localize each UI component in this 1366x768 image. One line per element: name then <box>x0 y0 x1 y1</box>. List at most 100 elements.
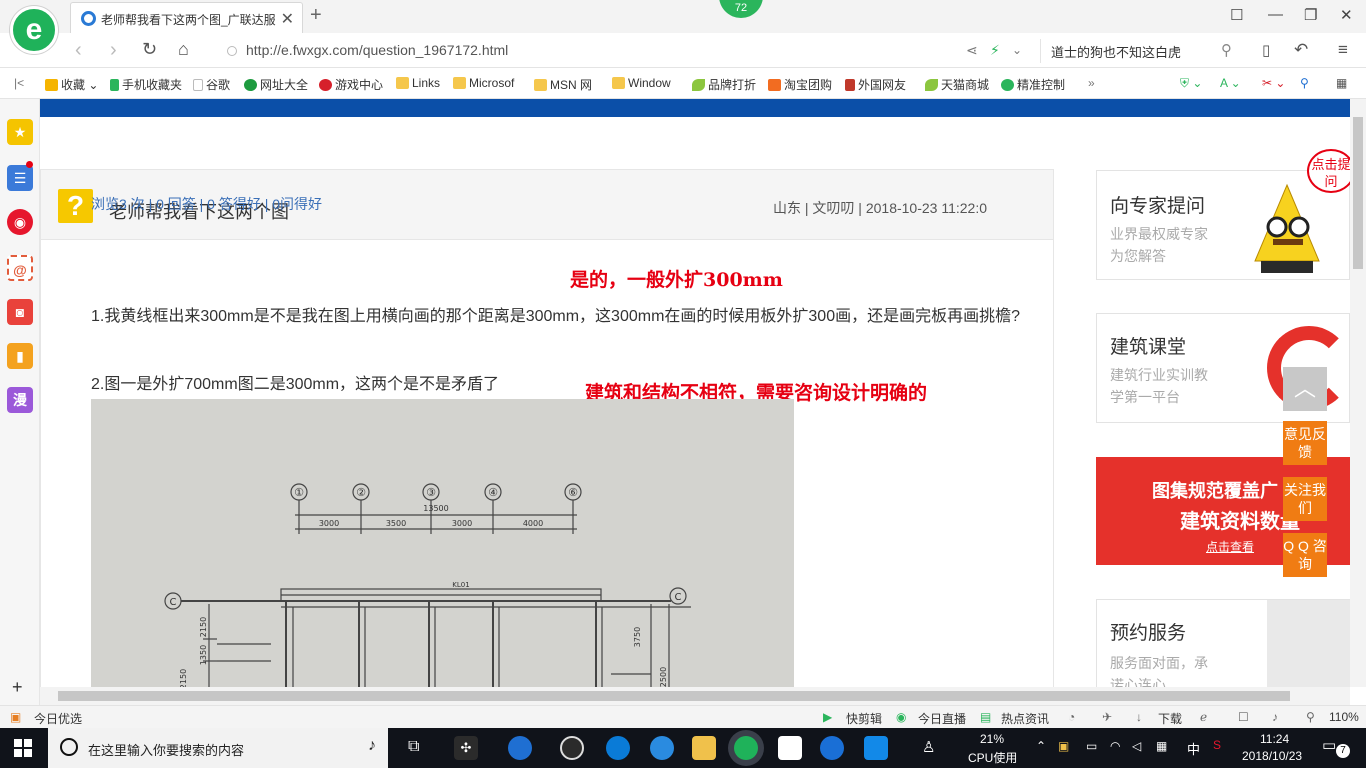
wifi-icon[interactable]: ◠ <box>1110 739 1120 753</box>
fav-item[interactable]: 网址大全 <box>244 76 308 93</box>
horizontal-scrollbar[interactable] <box>40 687 1350 705</box>
fav-item[interactable]: 手机收藏夹 <box>110 76 182 93</box>
game-controller-icon[interactable]: ◙ <box>7 299 33 325</box>
book-icon[interactable]: ▮ <box>7 343 33 369</box>
pin-icon[interactable]: ✈ <box>1102 710 1112 724</box>
qq-consult-button[interactable]: Q Q 咨询 <box>1283 533 1327 577</box>
phone-icon[interactable]: ▯ <box>1262 41 1270 59</box>
share-icon[interactable]: ⋖ <box>966 42 978 59</box>
close-window-icon[interactable]: ✕ <box>1340 6 1353 24</box>
vertical-scroll-thumb[interactable] <box>1353 117 1363 269</box>
restore-icon[interactable]: ❐ <box>1304 6 1317 24</box>
status-item[interactable]: 下载 <box>1158 710 1182 727</box>
home-icon[interactable]: ⌂ <box>178 39 189 60</box>
fav-item[interactable]: 淘宝团购 <box>768 76 832 93</box>
windows-start-icon[interactable] <box>14 739 32 757</box>
sound-icon[interactable]: ♪ <box>1272 710 1278 724</box>
ask-bubble[interactable]: 点击提问 <box>1307 149 1350 193</box>
fav-item[interactable]: 天猫商城 <box>925 76 989 93</box>
fav-item[interactable]: MSN 网 <box>534 76 592 93</box>
tab-close-icon[interactable]: ✕ <box>281 9 294 29</box>
fav-item[interactable]: 精准控制 <box>1001 76 1065 93</box>
search-icon[interactable]: ⚲ <box>1221 41 1232 59</box>
feedback-button[interactable]: 意见反馈 <box>1283 421 1327 465</box>
follow-us-button[interactable]: 关注我们 <box>1283 477 1327 521</box>
ie-icon[interactable]: ℯ <box>1200 710 1207 724</box>
search-box[interactable]: 道士的狗也不知这白虎 ⚲ <box>1040 39 1240 63</box>
edge-app-icon[interactable] <box>606 736 630 760</box>
scissors-icon[interactable]: ✂ ⌄ <box>1262 76 1285 90</box>
action-center-icon[interactable]: ▭ <box>1322 736 1336 754</box>
taskbar-search[interactable]: 在这里输入你要搜索的内容 ♪ <box>48 728 388 768</box>
vertical-scrollbar[interactable] <box>1350 99 1366 687</box>
ime-indicator[interactable]: 中 <box>1187 739 1200 758</box>
fav-item[interactable]: 游戏中心 <box>319 76 383 93</box>
status-item[interactable]: 今日直播 <box>918 710 966 727</box>
apps-icon[interactable]: ▦ <box>1336 76 1347 90</box>
microphone-icon[interactable]: ♪ <box>368 737 376 755</box>
ask-expert-card[interactable]: 向专家提问 业界最权威专家 为您解答 点击提问 <box>1096 149 1350 280</box>
fan-app-icon[interactable]: ✣ <box>454 736 478 760</box>
zoom-level[interactable]: 110% <box>1329 710 1359 724</box>
skin-icon[interactable]: ☐ <box>1230 6 1243 24</box>
collapse-sidebar-icon[interactable]: |< <box>14 76 24 90</box>
notification-badge[interactable]: 72 <box>719 0 763 18</box>
forward-icon[interactable]: › <box>110 39 117 62</box>
banner-cta[interactable]: 点击查看 <box>1206 538 1254 555</box>
magnifier-icon[interactable]: ⚲ <box>1300 76 1309 90</box>
fav-item[interactable]: 品牌打折 <box>692 76 756 93</box>
mail-app-icon[interactable] <box>778 736 802 760</box>
news-icon[interactable]: ☰ <box>7 165 33 191</box>
shield-icon[interactable]: ⛨ ⌄ <box>1180 76 1202 91</box>
url-field[interactable]: http://e.fwxgx.com/question_1967172.html <box>222 40 962 62</box>
mail-icon[interactable]: @ <box>7 255 33 281</box>
horizontal-scroll-thumb[interactable] <box>58 691 1290 701</box>
ie-app-icon[interactable] <box>508 736 532 760</box>
question-stats[interactable]: 浏览3 次 | 0 回答 | 0 答得好 | 0问得好 <box>91 194 322 214</box>
browser2-app-icon[interactable] <box>560 736 584 760</box>
browser-tab[interactable]: 老师帮我看下这两个图_广联达服 ✕ <box>70 2 303 33</box>
translate-icon[interactable]: A ⌄ <box>1220 76 1241 90</box>
sogou-app-icon[interactable] <box>820 736 844 760</box>
browser-logo[interactable]: e <box>10 6 58 54</box>
new-tab-icon[interactable]: + <box>310 4 322 27</box>
status-item[interactable]: 快剪辑 <box>846 710 882 727</box>
weibo-icon[interactable]: ◉ <box>7 209 33 235</box>
refresh-icon[interactable]: ↻ <box>142 39 157 60</box>
sogou-ime-icon[interactable]: S <box>1213 738 1221 752</box>
fav-item[interactable]: Links <box>396 76 440 90</box>
menu-icon[interactable]: ≡ <box>1338 40 1348 60</box>
clock-time[interactable]: 11:24 <box>1260 732 1289 746</box>
window-icon[interactable]: ☐ <box>1238 710 1249 724</box>
undo-icon[interactable]: ↶ <box>1294 40 1308 60</box>
tray-chevron-icon[interactable]: ⌃ <box>1036 739 1046 753</box>
fav-item[interactable]: Microsof <box>453 76 514 90</box>
task-view-icon[interactable]: ⧉ <box>408 738 419 756</box>
back-icon[interactable]: ‹ <box>75 39 82 62</box>
fav-item[interactable]: Window <box>612 76 671 90</box>
clock-date[interactable]: 2018/10/23 <box>1242 749 1302 763</box>
speed-icon[interactable]: ◔ <box>1068 710 1075 724</box>
favorites-star-icon[interactable]: ★ <box>7 119 33 145</box>
add-icon[interactable]: + <box>12 677 23 698</box>
people-icon[interactable]: ♙ <box>922 738 935 756</box>
chevron-down-icon[interactable]: ⌄ <box>1012 43 1022 57</box>
more-favorites-icon[interactable]: » <box>1088 76 1095 90</box>
today-picks[interactable]: 今日优选 <box>34 710 82 727</box>
assist-app-icon[interactable] <box>864 736 888 760</box>
zoom-icon[interactable]: ⚲ <box>1306 710 1315 724</box>
fav-item[interactable]: 收藏 ⌄ <box>45 76 98 93</box>
fav-item[interactable]: 谷歌 <box>193 76 230 93</box>
appointment-card[interactable]: 预约服务 服务面对面，承 诺心连心 <box>1096 599 1350 687</box>
back-to-top-icon[interactable]: ︿ <box>1283 367 1327 411</box>
ie-blue-app-icon[interactable] <box>650 736 674 760</box>
status-item[interactable]: 热点资讯 <box>1001 710 1049 727</box>
lightning-icon[interactable]: ⚡ <box>990 42 1000 59</box>
construction-drawing-image[interactable]: ① ② ③ ④ ⑥ 13500 3000 3500 3000 4000 C C … <box>91 399 794 687</box>
tray-app-icon[interactable]: ▣ <box>1058 739 1069 753</box>
cortana-icon[interactable] <box>60 738 78 756</box>
comic-icon[interactable]: 漫 <box>7 387 33 413</box>
battery-icon[interactable]: ▭ <box>1086 739 1097 753</box>
keyboard-icon[interactable]: ▦ <box>1156 739 1167 753</box>
minimize-icon[interactable]: — <box>1268 6 1283 23</box>
